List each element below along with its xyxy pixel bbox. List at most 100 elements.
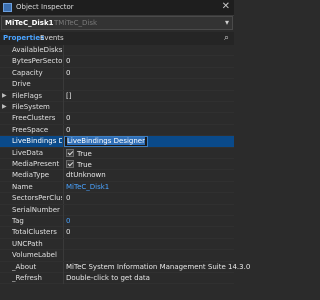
row-gutter [0, 148, 10, 159]
property-row[interactable]: BytesPerSector 0 [0, 56, 234, 68]
property-value[interactable]: 0 [66, 57, 70, 65]
column-divider[interactable] [63, 90, 64, 102]
checkbox-label: True [77, 161, 92, 169]
property-name: LiveData [12, 148, 44, 157]
property-row[interactable]: MediaType dtUnknown [0, 170, 234, 182]
column-divider[interactable] [63, 193, 64, 205]
property-name: FileSystem [12, 103, 50, 111]
row-gutter [0, 239, 10, 250]
row-gutter [0, 136, 10, 147]
property-row[interactable]: FreeClusters 0 [0, 113, 234, 125]
row-gutter [0, 68, 10, 79]
property-row[interactable]: MediaPresent True [0, 159, 234, 171]
column-divider[interactable] [63, 261, 64, 273]
component-type: TMiTeC_Disk [54, 19, 98, 27]
column-divider[interactable] [63, 250, 64, 262]
property-row[interactable]: FreeSpace 0 [0, 124, 234, 137]
property-row[interactable]: ▶ FileSystem [0, 102, 234, 114]
property-name: SerialNumber [12, 205, 60, 214]
property-row[interactable]: AvailableDisks [0, 45, 234, 57]
expand-icon[interactable]: ▶ [2, 103, 7, 110]
property-value[interactable]: 0 [66, 194, 70, 202]
expand-icon[interactable]: ▶ [2, 92, 7, 99]
property-row[interactable]: ▶ FileFlags [] [0, 90, 234, 102]
row-gutter [0, 205, 10, 216]
column-divider[interactable] [63, 216, 64, 227]
chevron-down-icon[interactable]: ▾ [225, 18, 229, 27]
property-value[interactable]: MiTeC System Information Management Suit… [66, 263, 250, 271]
row-gutter [0, 262, 10, 273]
property-row[interactable]: Drive [0, 79, 234, 91]
row-gutter: ▶ [0, 91, 10, 102]
row-gutter [0, 182, 10, 193]
property-value[interactable]: dtUnknown [66, 171, 106, 179]
column-divider[interactable] [63, 227, 64, 239]
property-name: FreeSpace [12, 125, 49, 134]
column-divider[interactable] [63, 45, 64, 56]
property-row[interactable]: LiveData True [0, 147, 234, 159]
property-name: UNCPath [12, 239, 43, 248]
title-bar[interactable]: Object Inspector ✕ [0, 0, 234, 16]
property-row[interactable]: Capacity 0 [0, 67, 234, 80]
property-name: MediaType [12, 171, 50, 180]
property-name: LiveBindings D [12, 137, 62, 146]
property-value[interactable]: [] [66, 92, 71, 100]
property-value[interactable]: 0 [66, 126, 70, 134]
close-icon[interactable]: ✕ [222, 1, 230, 12]
property-row[interactable]: VolumeLabel [0, 250, 234, 262]
property-row[interactable]: Tag 0 [0, 216, 234, 228]
row-gutter [0, 125, 10, 136]
tab-events[interactable]: Events [40, 34, 64, 42]
property-name: Capacity [12, 68, 43, 77]
selected-value-text[interactable]: LiveBindings Designer [67, 137, 145, 146]
checkbox[interactable] [66, 160, 74, 168]
property-value[interactable]: Double-click to get data [66, 274, 150, 282]
row-gutter [0, 56, 10, 67]
property-name: Drive [12, 80, 31, 89]
property-name: FreeClusters [12, 114, 56, 123]
property-value[interactable]: 0 [66, 217, 70, 225]
property-name: Name [12, 182, 33, 191]
column-divider[interactable] [63, 56, 64, 68]
component-selector[interactable]: MiTeC_Disk1 TMiTeC_Disk ▾ [1, 16, 233, 30]
column-divider[interactable] [63, 181, 64, 193]
property-row[interactable]: TotalClusters 0 [0, 227, 234, 239]
row-gutter: ▶ [0, 102, 10, 113]
property-value-editor[interactable]: LiveBindings Designer [64, 136, 148, 148]
column-divider[interactable] [63, 238, 64, 250]
search-icon[interactable]: ⌕ [224, 33, 229, 43]
row-gutter [0, 216, 10, 227]
property-value[interactable]: MiTeC_Disk1 [66, 183, 109, 191]
property-name: Tag [12, 217, 24, 225]
property-row[interactable]: Name MiTeC_Disk1 [0, 181, 234, 194]
property-value[interactable]: True [66, 148, 92, 158]
property-name: VolumeLabel [12, 251, 57, 260]
column-divider[interactable] [63, 147, 64, 159]
column-divider[interactable] [63, 170, 64, 182]
column-divider[interactable] [63, 124, 64, 136]
property-value[interactable]: 0 [66, 69, 70, 77]
property-name: MediaPresent [12, 160, 60, 168]
checkbox-label: True [77, 149, 92, 158]
property-row[interactable]: _Refresh Double-click to get data [0, 273, 234, 285]
column-divider[interactable] [63, 159, 64, 170]
column-divider[interactable] [63, 79, 64, 91]
column-divider[interactable] [63, 273, 64, 284]
property-row[interactable]: SectorsPerClus 0 [0, 193, 234, 205]
tab-properties[interactable]: Properties [3, 34, 44, 42]
column-divider[interactable] [63, 102, 64, 113]
property-row[interactable]: LiveBindings D LiveBindings Designer [0, 136, 234, 148]
property-value[interactable]: 0 [66, 228, 70, 236]
checkbox[interactable] [66, 148, 74, 157]
window-title: Object Inspector [16, 3, 74, 11]
property-name: _Refresh [12, 274, 42, 282]
property-row[interactable]: UNCPath [0, 238, 234, 251]
property-name: FileFlags [12, 91, 43, 100]
property-row[interactable]: SerialNumber [0, 204, 234, 216]
column-divider[interactable] [63, 204, 64, 216]
property-value[interactable]: 0 [66, 114, 70, 122]
property-value[interactable]: True [66, 160, 92, 169]
column-divider[interactable] [63, 67, 64, 79]
column-divider[interactable] [63, 113, 64, 125]
property-row[interactable]: _About MiTeC System Information Managemen… [0, 261, 250, 273]
